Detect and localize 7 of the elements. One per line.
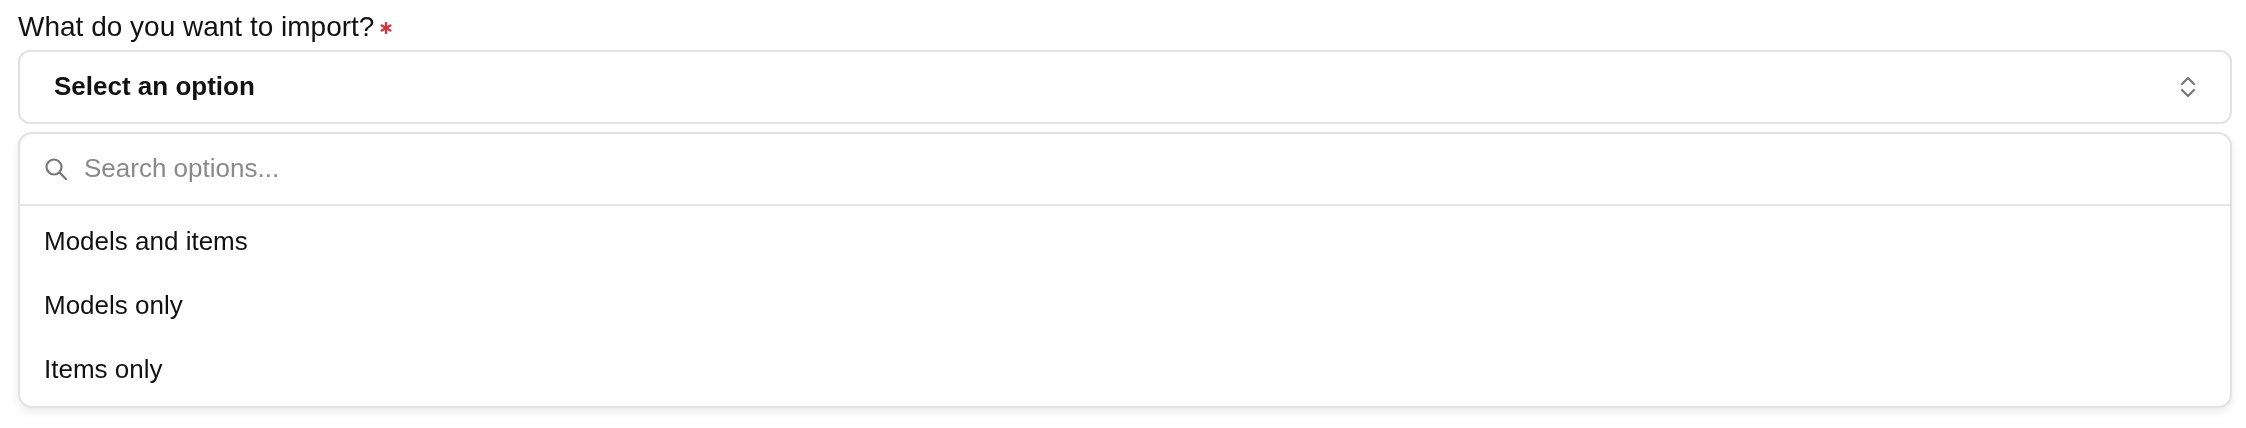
field-label: What do you want to import? (18, 10, 375, 44)
dropdown-option[interactable]: Models only (20, 273, 2230, 338)
dropdown-option[interactable]: Models and items (20, 209, 2230, 274)
chevron-updown-icon (2180, 74, 2196, 99)
search-icon (44, 156, 68, 181)
dropdown-option[interactable]: Items only (20, 337, 2230, 402)
select-field[interactable]: Select an option (18, 49, 2232, 124)
